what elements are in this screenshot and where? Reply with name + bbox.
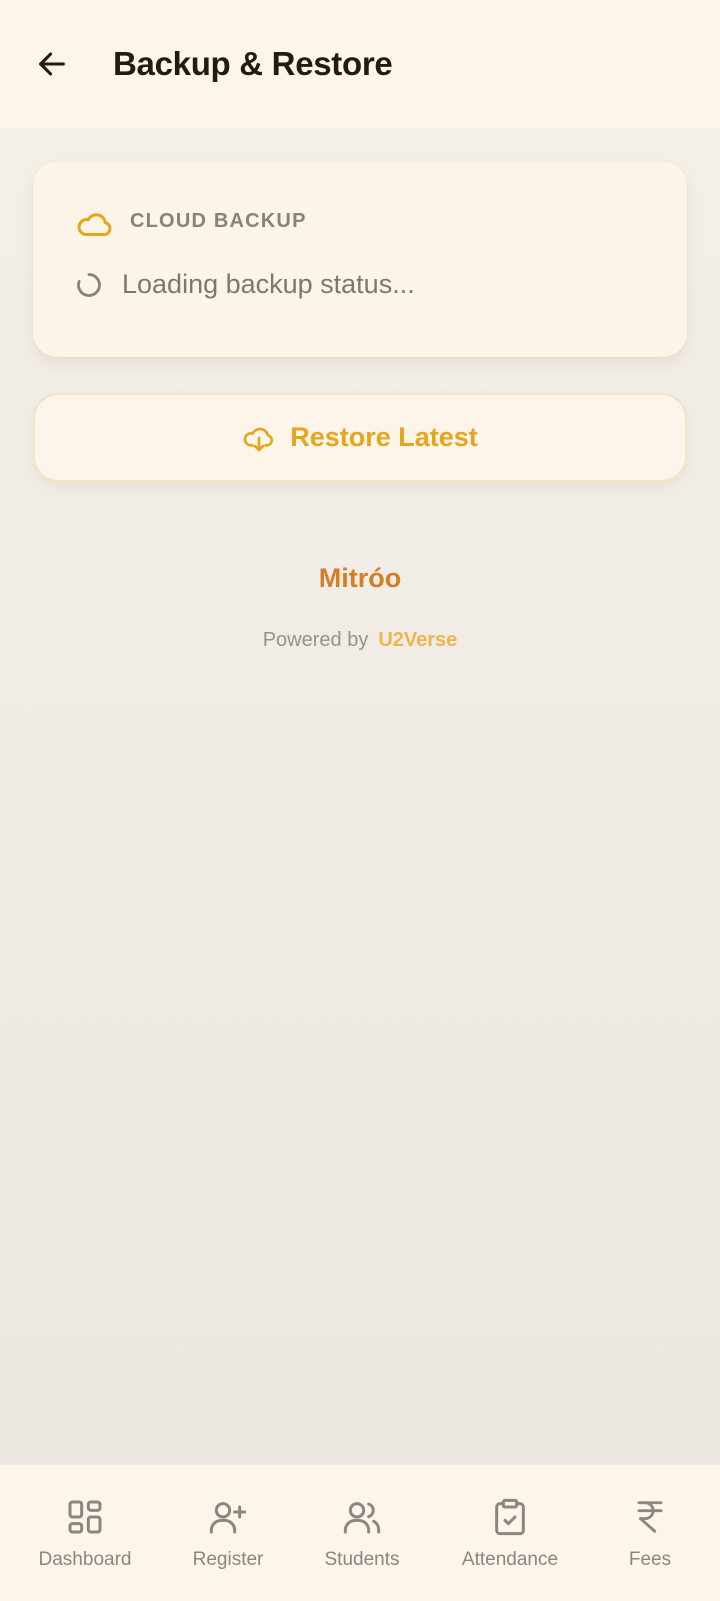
nav-label-fees: Fees <box>628 1549 672 1570</box>
back-button[interactable] <box>28 40 76 88</box>
cloud-icon <box>77 213 112 237</box>
spinner-icon <box>77 273 101 297</box>
rupee-icon <box>637 1501 663 1533</box>
nav-item-attendance[interactable]: Attendance <box>445 1465 575 1601</box>
restore-latest-label: Restore Latest <box>290 422 478 452</box>
nav-label-attendance: Attendance <box>461 1549 559 1570</box>
bottom-navigation: Dashboard Register Students Attendance F… <box>0 1464 720 1601</box>
nav-label-register: Register <box>192 1549 264 1570</box>
powered-by-label: Powered by <box>262 629 369 651</box>
brand-name: Mitróo <box>318 563 402 593</box>
powered-by-brand: U2Verse <box>378 629 458 651</box>
cloud-backup-card: CLOUD BACKUP Loading backup status... <box>33 162 687 357</box>
nav-item-dashboard[interactable]: Dashboard <box>20 1465 150 1601</box>
nav-label-students: Students <box>324 1549 400 1570</box>
card-label: CLOUD BACKUP <box>130 210 307 232</box>
clipboard-check-icon <box>495 1498 525 1536</box>
users-icon <box>343 1502 381 1534</box>
nav-item-students[interactable]: Students <box>307 1465 417 1601</box>
powered-by: Powered by U2Verse <box>0 629 720 652</box>
backup-status-text: Loading backup status... <box>122 269 415 299</box>
user-plus-icon <box>209 1502 247 1534</box>
cloud-download-icon <box>243 427 274 451</box>
dashboard-icon <box>68 1500 102 1534</box>
app-bar: Backup & Restore <box>0 0 720 128</box>
restore-latest-button[interactable]: Restore Latest <box>33 393 687 482</box>
page-title: Backup & Restore <box>113 45 393 82</box>
arrow-left-icon <box>39 52 65 76</box>
nav-label-dashboard: Dashboard <box>38 1549 132 1570</box>
nav-item-fees[interactable]: Fees <box>600 1465 700 1601</box>
nav-item-register[interactable]: Register <box>173 1465 283 1601</box>
